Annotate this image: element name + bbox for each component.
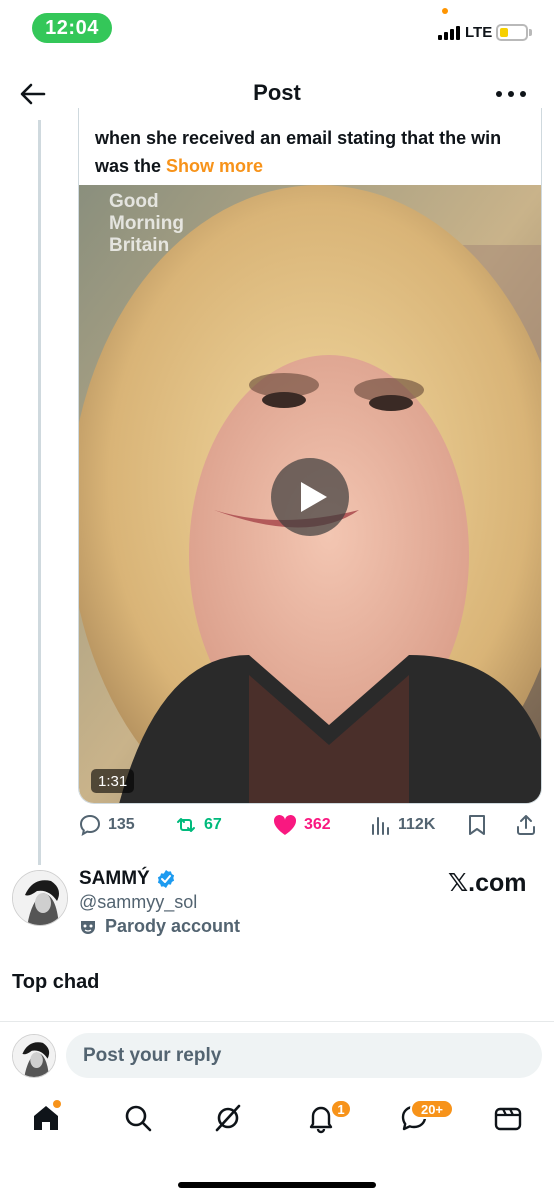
share-icon	[517, 815, 535, 835]
home-indicator[interactable]	[178, 1182, 376, 1188]
play-icon	[301, 482, 327, 512]
battery-nub	[529, 29, 532, 36]
author-handle[interactable]: @sammyy_sol	[79, 892, 197, 913]
parody-label: Parody account	[79, 916, 240, 937]
video-duration: 1:31	[91, 769, 135, 793]
heart-icon	[273, 814, 297, 835]
quoted-post-body: when she received an email stating that …	[95, 128, 502, 176]
reply-body: Top chad	[12, 971, 100, 993]
reply-input[interactable]: Post your reply	[66, 1033, 542, 1078]
status-time: 12:04	[32, 13, 112, 43]
notifications-badge: 1	[330, 1099, 352, 1119]
search-icon[interactable]	[122, 1102, 156, 1136]
video-channel-logo: Good Morning Britain	[109, 191, 184, 257]
author-name[interactable]: SAMMÝ	[79, 868, 176, 890]
reply-button[interactable]: 135	[78, 810, 135, 840]
post-actions: 135 67 362 112K	[78, 810, 542, 840]
divider	[0, 1021, 554, 1022]
author-display-name: SAMMÝ	[79, 868, 150, 889]
show-more-link[interactable]: Show more	[166, 156, 263, 176]
bookmark-button[interactable]	[466, 810, 488, 840]
logo-line-1: Good	[109, 191, 159, 212]
repost-button[interactable]: 67	[174, 810, 222, 840]
avatar-image	[13, 871, 67, 925]
bookmark-icon	[469, 815, 485, 835]
like-button[interactable]: 362	[272, 810, 331, 840]
grok-icon[interactable]	[212, 1102, 246, 1136]
repost-icon	[177, 818, 195, 832]
quoted-post-text: when she received an email stating that …	[95, 124, 535, 180]
logo-line-3: Britain	[109, 235, 170, 256]
privacy-indicator	[442, 8, 448, 14]
avatar-image	[13, 1035, 55, 1077]
status-bar: 12:04 LTE	[0, 0, 554, 60]
share-button[interactable]	[514, 810, 538, 840]
reply-icon	[79, 814, 101, 836]
messages-badge: 20+	[410, 1099, 454, 1119]
video-player[interactable]: Good Morning Britain 1:31	[79, 185, 541, 803]
reply-count: 135	[108, 816, 135, 833]
composer-avatar	[12, 1034, 56, 1078]
logo-line-2: Morning	[109, 213, 184, 234]
bottom-nav	[0, 1090, 554, 1152]
like-count: 362	[304, 816, 331, 833]
avatar[interactable]	[12, 870, 68, 926]
views-icon	[372, 817, 389, 835]
repost-count: 67	[204, 816, 222, 833]
home-unread-dot	[53, 1100, 61, 1108]
network-label: LTE	[465, 24, 493, 41]
quoted-post-card[interactable]: when she received an email stating that …	[78, 108, 542, 804]
thread-line	[38, 120, 41, 865]
more-options-icon[interactable]	[496, 82, 526, 106]
play-button[interactable]	[271, 458, 349, 536]
mask-icon	[81, 920, 95, 934]
signal-icon	[438, 26, 460, 40]
parody-text: Parody account	[105, 916, 241, 936]
battery-icon	[496, 24, 528, 41]
x-watermark: 𝕏.com	[448, 869, 527, 897]
page-title: Post	[253, 80, 301, 105]
verified-badge-icon	[157, 870, 174, 888]
views-button[interactable]: 112K	[370, 810, 435, 840]
views-count: 112K	[398, 816, 436, 833]
communities-icon[interactable]	[492, 1102, 526, 1136]
